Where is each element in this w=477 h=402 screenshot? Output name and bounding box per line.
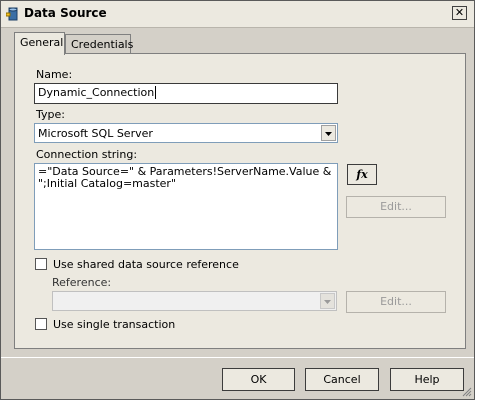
type-select[interactable]: Microsoft SQL Server bbox=[34, 123, 338, 143]
cancel-button[interactable]: Cancel bbox=[305, 368, 379, 391]
reference-edit-label: Edit... bbox=[380, 295, 412, 308]
connection-string-label: Connection string: bbox=[36, 148, 138, 161]
data-source-dialog: Data Source ✕ General Credentials Name: … bbox=[0, 0, 475, 400]
title-bar[interactable]: Data Source ✕ bbox=[1, 1, 474, 28]
general-panel: Name: Dynamic_Connection Type: Microsoft… bbox=[14, 53, 466, 349]
reference-select[interactable] bbox=[52, 291, 337, 311]
reference-dropdown-button[interactable] bbox=[320, 293, 335, 309]
ok-button[interactable]: OK bbox=[222, 368, 295, 391]
chevron-down-icon bbox=[324, 300, 331, 304]
resize-grip-icon[interactable] bbox=[462, 387, 472, 397]
name-label: Name: bbox=[36, 68, 73, 81]
reference-label: Reference: bbox=[52, 276, 112, 289]
tab-credentials-label: Credentials bbox=[71, 38, 134, 51]
ok-button-label: OK bbox=[250, 373, 267, 386]
connection-string-input[interactable]: ="Data Source=" & Parameters!ServerName.… bbox=[34, 163, 338, 250]
close-button[interactable]: ✕ bbox=[452, 6, 467, 20]
window-title: Data Source bbox=[24, 6, 107, 20]
tab-general[interactable]: General bbox=[14, 32, 65, 55]
help-button-label: Help bbox=[414, 373, 440, 386]
reference-edit-button[interactable]: Edit... bbox=[346, 291, 446, 313]
expression-button[interactable]: fx bbox=[347, 164, 377, 185]
footer-divider bbox=[1, 357, 474, 358]
fx-icon: fx bbox=[356, 168, 368, 181]
single-transaction-label: Use single transaction bbox=[53, 318, 176, 331]
name-input-value: Dynamic_Connection bbox=[38, 86, 155, 99]
chevron-down-icon bbox=[325, 132, 332, 136]
help-button[interactable]: Help bbox=[390, 368, 464, 391]
data-source-icon bbox=[6, 7, 18, 21]
close-icon: ✕ bbox=[454, 6, 465, 19]
single-transaction-checkbox[interactable] bbox=[35, 318, 47, 330]
shared-data-source-checkbox[interactable] bbox=[35, 258, 47, 270]
connection-edit-button[interactable]: Edit... bbox=[346, 196, 446, 218]
type-dropdown-button[interactable] bbox=[321, 125, 336, 141]
connection-edit-label: Edit... bbox=[380, 200, 412, 213]
type-select-value: Microsoft SQL Server bbox=[38, 127, 153, 140]
tab-credentials[interactable]: Credentials bbox=[65, 34, 134, 55]
name-input[interactable]: Dynamic_Connection bbox=[34, 83, 338, 104]
tab-general-label: General bbox=[20, 36, 64, 49]
shared-data-source-label: Use shared data source reference bbox=[53, 258, 239, 271]
cancel-button-label: Cancel bbox=[323, 373, 361, 386]
type-label: Type: bbox=[36, 108, 65, 121]
connection-string-value: ="Data Source=" & Parameters!ServerName.… bbox=[38, 165, 332, 190]
